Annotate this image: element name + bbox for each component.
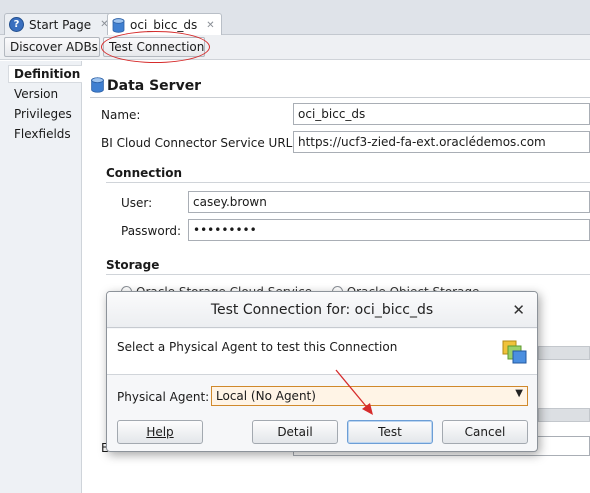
divider — [106, 182, 590, 183]
divider — [106, 274, 590, 275]
close-icon[interactable]: ✕ — [512, 301, 525, 319]
close-icon[interactable]: ✕ — [206, 20, 214, 31]
sidebar-item-definition[interactable]: Definition — [14, 67, 80, 81]
help-button-label: Help — [146, 425, 174, 439]
sidebar-item-privileges[interactable]: Privileges — [14, 107, 72, 121]
datastore-icon — [90, 77, 105, 96]
background-field — [538, 408, 590, 422]
help-icon: ? — [9, 17, 24, 32]
name-field[interactable]: oci_bicc_ds — [293, 103, 590, 125]
dialog-message: Select a Physical Agent to test this Con… — [117, 340, 398, 354]
name-label: Name: — [101, 108, 141, 122]
connection-heading: Connection — [106, 166, 183, 180]
sidebar-item-flexfields[interactable]: Flexfields — [14, 127, 71, 141]
password-label: Password: — [121, 224, 182, 238]
section-title: Data Server — [107, 78, 202, 94]
password-field[interactable]: ••••••••• — [188, 219, 590, 241]
divider — [90, 97, 590, 98]
tab-oci-bicc-ds[interactable]: oci_bicc_ds ✕ — [107, 13, 222, 36]
editor-toolbar: Discover ADBs Test Connection — [0, 35, 590, 60]
user-field[interactable]: casey.brown — [188, 191, 590, 213]
tab-start-page[interactable]: ? Start Page ✕ — [4, 13, 116, 35]
chevron-down-icon: ▼ — [515, 388, 523, 399]
background-field — [538, 346, 590, 360]
agent-stack-icon — [502, 339, 528, 365]
editor-tab-bar: ? Start Page ✕ oci_bicc_ds ✕ — [0, 0, 590, 36]
test-connection-button[interactable]: Test Connection — [103, 37, 205, 57]
dialog-message-area: Select a Physical Agent to test this Con… — [107, 329, 537, 375]
detail-button[interactable]: Detail — [252, 420, 338, 444]
test-connection-dialog: Test Connection for: oci_bicc_ds ✕ Selec… — [106, 291, 538, 452]
test-button[interactable]: Test — [347, 420, 433, 444]
physical-agent-label: Physical Agent: — [117, 390, 210, 404]
physical-agent-select[interactable]: Local (No Agent) ▼ — [211, 386, 528, 406]
user-label: User: — [121, 196, 153, 210]
sidebar: Definition Version Privileges Flexfields — [0, 61, 82, 493]
tab-label: Start Page — [29, 17, 92, 32]
storage-heading: Storage — [106, 258, 160, 272]
cancel-button[interactable]: Cancel — [442, 420, 528, 444]
tab-label: oci_bicc_ds — [130, 18, 198, 32]
datastore-icon — [112, 17, 125, 33]
url-label: BI Cloud Connector Service URL: — [101, 136, 297, 150]
discover-adbs-button[interactable]: Discover ADBs — [4, 37, 100, 57]
physical-agent-value: Local (No Agent) — [216, 389, 316, 403]
url-field[interactable]: https://ucf3-zied-fa-ext.oraclédemos.com — [293, 131, 590, 153]
sidebar-item-version[interactable]: Version — [14, 87, 58, 101]
help-button[interactable]: Help — [117, 420, 203, 444]
dialog-title: Test Connection for: oci_bicc_ds — [107, 292, 537, 328]
